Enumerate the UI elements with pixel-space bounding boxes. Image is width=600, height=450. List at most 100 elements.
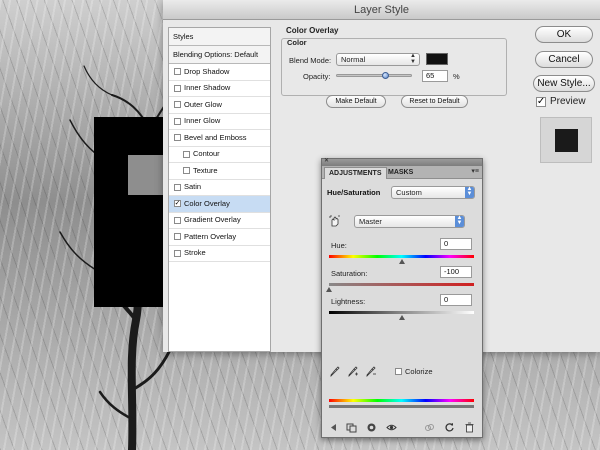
visibility-eye-icon[interactable] xyxy=(386,422,397,433)
adjustments-panel: ✕ ADJUSTMENTS MASKS ▾≡ Hue/Saturation Cu… xyxy=(321,158,483,438)
style-item-texture[interactable]: Texture xyxy=(169,163,270,180)
style-preview-thumbnail xyxy=(540,117,592,163)
adjustment-heading: Hue/Saturation xyxy=(327,188,381,197)
targeted-adjustment-hand-icon[interactable] xyxy=(329,215,341,227)
style-item-outer-glow[interactable]: Outer Glow xyxy=(169,97,270,114)
style-item-contour[interactable]: Contour xyxy=(169,147,270,163)
style-checkbox[interactable] xyxy=(174,68,181,76)
style-item-label: Inner Shadow xyxy=(184,83,231,93)
style-item-pattern-overlay[interactable]: Pattern Overlay xyxy=(169,229,270,246)
opacity-label: Opacity: xyxy=(303,72,331,81)
style-item-gradient-overlay[interactable]: Gradient Overlay xyxy=(169,213,270,229)
preset-select[interactable]: Custom ▲ ▼ xyxy=(391,186,475,199)
preset-value: Custom xyxy=(396,188,422,197)
style-item-label: Pattern Overlay xyxy=(184,231,237,241)
cancel-button[interactable]: Cancel xyxy=(535,51,593,68)
reset-icon[interactable] xyxy=(444,422,455,433)
style-checkbox[interactable] xyxy=(174,233,181,241)
blending-options-item[interactable]: Blending Options: Default xyxy=(169,46,270,64)
expand-view-icon[interactable] xyxy=(346,422,357,433)
eyedropper-minus-icon[interactable] xyxy=(366,366,376,377)
select-arrows-icon: ▲ ▼ xyxy=(465,186,474,198)
opacity-slider[interactable] xyxy=(336,74,412,77)
style-item-label: Texture xyxy=(193,165,218,175)
panel-tabs: ADJUSTMENTS MASKS ▾≡ xyxy=(322,166,482,179)
style-checkbox[interactable] xyxy=(174,249,181,257)
hue-input[interactable]: 0 xyxy=(440,238,472,250)
panel-titlebar[interactable]: ✕ xyxy=(322,157,482,166)
colorize-toggle[interactable]: Colorize xyxy=(395,367,433,376)
style-item-satin[interactable]: Satin xyxy=(169,180,270,196)
style-item-inner-shadow[interactable]: Inner Shadow xyxy=(169,81,270,97)
opacity-input[interactable]: 65 xyxy=(422,70,448,82)
style-checkbox[interactable] xyxy=(174,216,181,224)
overlay-color-swatch[interactable] xyxy=(426,53,448,65)
clip-layer-icon[interactable] xyxy=(366,422,377,433)
output-color-bar xyxy=(329,405,474,408)
lightness-slider-knob[interactable] xyxy=(399,315,405,320)
eyedropper-icon[interactable] xyxy=(330,366,340,377)
panel-footer xyxy=(322,420,482,436)
new-style-button[interactable]: New Style... xyxy=(533,75,595,92)
style-item-stroke[interactable]: Stroke xyxy=(169,246,270,262)
style-checkbox[interactable]: ✓ xyxy=(174,200,181,208)
style-item-label: Stroke xyxy=(184,248,206,258)
style-checkbox[interactable] xyxy=(183,167,190,175)
trash-icon[interactable] xyxy=(464,422,475,433)
style-checkbox[interactable] xyxy=(174,117,181,125)
colorize-checkbox[interactable] xyxy=(395,368,402,375)
back-arrow-icon[interactable] xyxy=(328,422,339,433)
style-checkbox[interactable] xyxy=(174,101,181,109)
blend-mode-value: Normal xyxy=(341,55,366,64)
input-color-bar xyxy=(329,399,474,402)
saturation-label: Saturation: xyxy=(331,269,368,278)
lightness-input[interactable]: 0 xyxy=(440,294,472,306)
channel-select[interactable]: Master ▲ ▼ xyxy=(354,215,465,228)
group-title: Color Overlay xyxy=(286,26,339,35)
style-checkbox[interactable] xyxy=(174,134,181,142)
color-subtitle: Color xyxy=(287,38,307,47)
ok-button[interactable]: OK xyxy=(535,26,593,43)
colorize-label: Colorize xyxy=(405,367,433,376)
hue-slider-knob[interactable] xyxy=(399,259,405,264)
opacity-slider-knob[interactable] xyxy=(381,72,389,79)
style-checkbox[interactable] xyxy=(183,150,190,158)
lightness-label: Lightness: xyxy=(331,297,366,306)
style-item-label: Contour xyxy=(193,149,220,159)
style-item-drop-shadow[interactable]: Drop Shadow xyxy=(169,64,270,81)
preview-checkbox[interactable]: ✓ xyxy=(536,96,546,107)
opacity-unit: % xyxy=(453,72,460,81)
blend-mode-select[interactable]: Normal ▲ ▼ xyxy=(336,53,420,66)
preview-label: Preview xyxy=(550,96,586,107)
select-arrows-icon: ▲ ▼ xyxy=(455,215,464,227)
updown-arrow-icon: ▲ ▼ xyxy=(410,53,416,65)
saturation-input[interactable]: -100 xyxy=(440,266,472,278)
lightness-slider[interactable] xyxy=(329,311,474,314)
view-previous-icon[interactable] xyxy=(424,422,435,433)
channel-value: Master xyxy=(359,217,382,226)
styles-header[interactable]: Styles xyxy=(169,28,270,46)
tab-masks[interactable]: MASKS xyxy=(384,167,417,179)
panel-menu-icon[interactable]: ▾≡ xyxy=(471,167,479,175)
style-item-inner-glow[interactable]: Inner Glow xyxy=(169,114,270,130)
dialog-title: Layer Style xyxy=(163,0,600,20)
style-item-label: Outer Glow xyxy=(184,99,222,109)
style-item-label: Drop Shadow xyxy=(184,66,230,76)
style-item-label: Color Overlay xyxy=(184,198,230,208)
hue-slider[interactable] xyxy=(329,255,474,258)
style-checkbox[interactable] xyxy=(174,84,181,92)
make-default-button[interactable]: Make Default xyxy=(326,95,386,108)
reset-to-default-button[interactable]: Reset to Default xyxy=(401,95,468,108)
eyedropper-plus-icon[interactable] xyxy=(348,366,358,377)
style-checkbox[interactable] xyxy=(174,183,181,191)
saturation-slider-knob[interactable] xyxy=(326,287,332,292)
preview-toggle[interactable]: ✓ Preview xyxy=(536,96,586,107)
saturation-slider[interactable] xyxy=(329,283,474,286)
tab-adjustments[interactable]: ADJUSTMENTS xyxy=(324,167,387,179)
style-item-label: Inner Glow xyxy=(184,116,221,126)
style-item-label: Satin xyxy=(184,182,202,192)
style-item-bevel-and-emboss[interactable]: Bevel and Emboss xyxy=(169,130,270,147)
close-icon[interactable]: ✕ xyxy=(324,157,329,164)
style-item-label: Gradient Overlay xyxy=(184,215,241,225)
style-item-color-overlay[interactable]: ✓ Color Overlay xyxy=(169,196,270,213)
